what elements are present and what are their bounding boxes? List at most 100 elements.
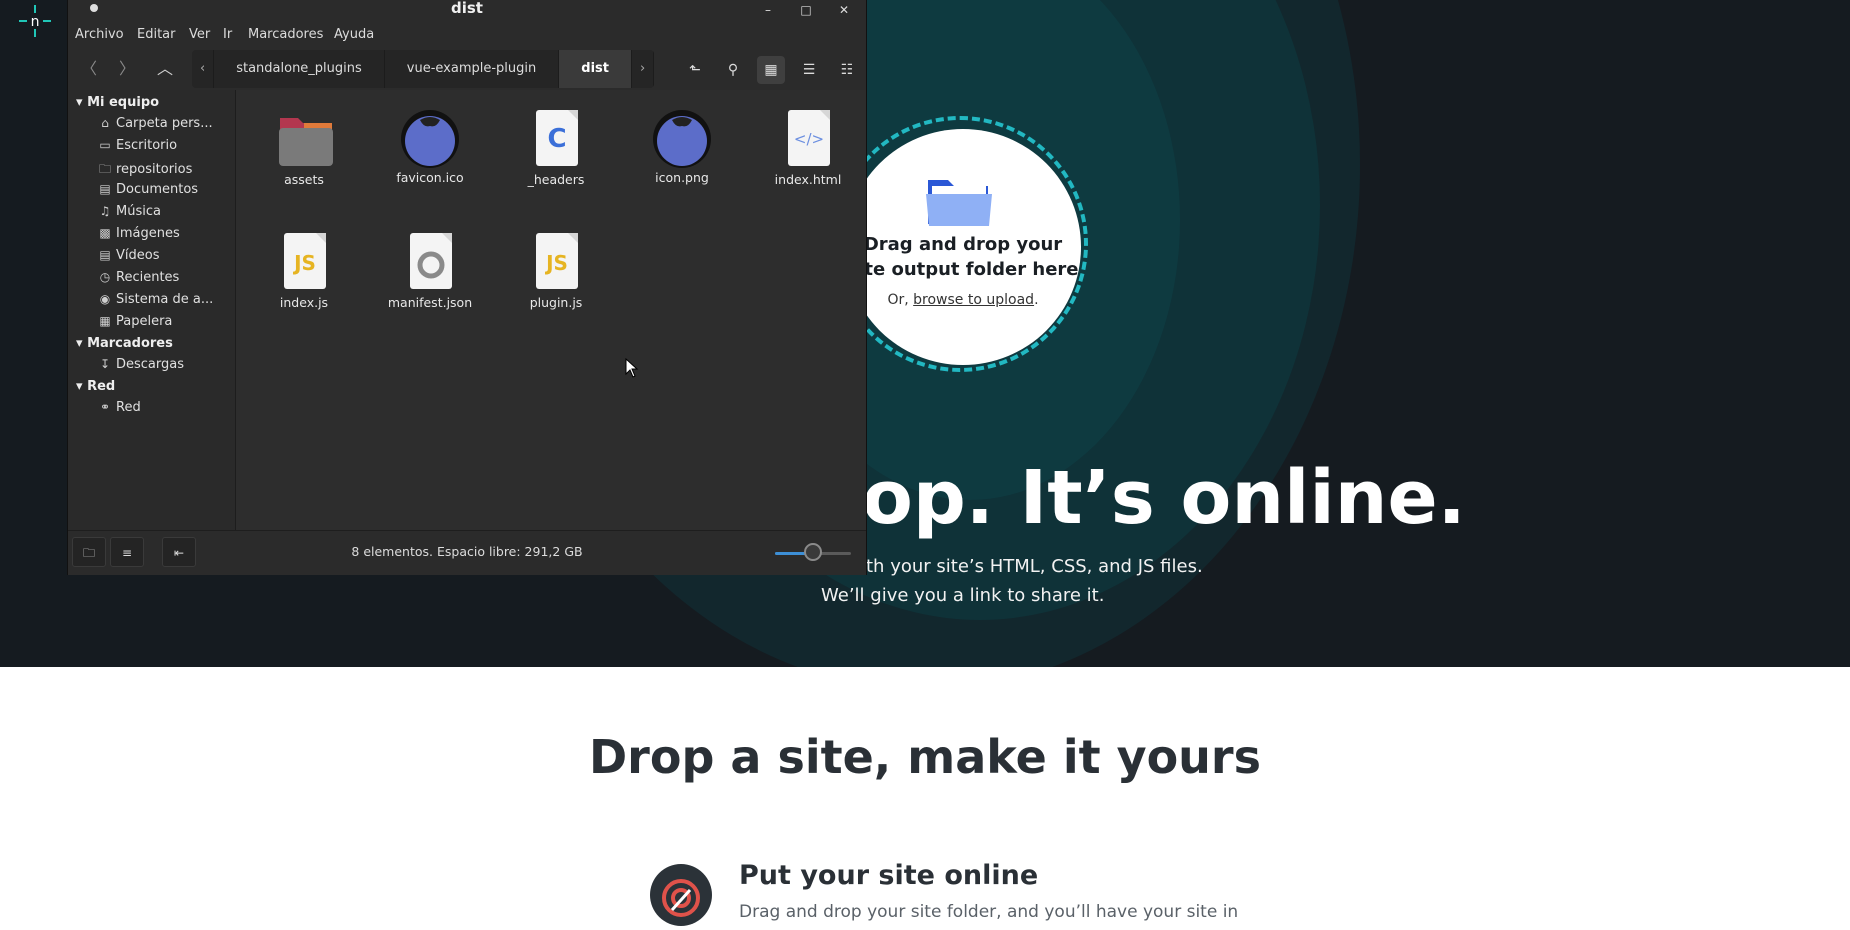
sidebar-item-repositorios[interactable]: 🗀 repositorios	[98, 160, 192, 181]
status-text: 8 elementos. Espacio libre: 291,2 GB	[351, 544, 583, 559]
sidebar-item-label: Red	[116, 400, 141, 415]
sidebar-item-carpeta-personal[interactable]: ⌂ Carpeta pers...	[98, 116, 213, 131]
folder-icon	[278, 110, 333, 168]
file-area[interactable]: assets favicon.ico C _headers icon.png <…	[236, 90, 866, 530]
clock-icon: ◷	[99, 270, 111, 284]
file-name: assets	[284, 172, 324, 187]
file-item-assets[interactable]: assets	[254, 110, 354, 187]
sidebar-item-sistema[interactable]: ◉ Sistema de a...	[98, 292, 214, 307]
file-item-icon-png[interactable]: icon.png	[632, 108, 732, 185]
sidebar-item-musica[interactable]: ♫ Música	[98, 204, 161, 219]
file-icon-letter: </>	[793, 130, 825, 148]
sidebar-item-escritorio[interactable]: ▭ Escritorio	[98, 138, 177, 153]
file-icon-letter: JS	[546, 251, 568, 275]
sidebar-item-red[interactable]: ⚭ Red	[98, 400, 141, 415]
sidebar-item-papelera[interactable]: ▦ Papelera	[98, 314, 172, 329]
sidebar-section-mi-equipo[interactable]: ▾ Mi equipo	[76, 95, 159, 110]
menu-ir[interactable]: Ir	[223, 27, 232, 42]
search-icon[interactable]: ⚲	[719, 56, 747, 84]
sidebar-item-recientes[interactable]: ◷ Recientes	[98, 270, 180, 285]
file-name: index.js	[279, 295, 329, 310]
file-name: favicon.ico	[396, 170, 464, 185]
menu-marcadores[interactable]: Marcadores	[248, 27, 323, 42]
video-icon: ▤	[99, 248, 111, 262]
hero-description-1: th your site’s HTML, CSS, and JS files.	[866, 556, 1203, 577]
browse-upload-link[interactable]: browse to upload	[913, 292, 1034, 308]
file-item-plugin-js[interactable]: JS plugin.js	[506, 233, 606, 310]
maximize-icon[interactable]: □	[796, 0, 816, 20]
feature-text: Drag and drop your site folder, and you’…	[739, 902, 1239, 922]
mouse-cursor-icon	[625, 358, 639, 378]
globe-icon: ⚭	[99, 400, 111, 414]
favicon-icon	[401, 108, 459, 168]
file-item-manifest[interactable]: manifest.json	[380, 233, 480, 310]
breadcrumb-dist[interactable]: dist	[559, 50, 632, 88]
menu-archivo[interactable]: Archivo	[75, 27, 124, 42]
toolbar: 〈 〉 ︿ ‹ standalone_plugins vue-example-p…	[68, 48, 866, 90]
file-name: manifest.json	[387, 295, 473, 310]
title-bar[interactable]: dist – □ ✕	[68, 0, 866, 24]
sidebar-item-documentos[interactable]: ▤ Documentos	[98, 182, 198, 197]
sidebar-item-videos[interactable]: ▤ Vídeos	[98, 248, 159, 263]
menu-bar: Archivo Editar Ver Ir Marcadores Ayuda	[68, 24, 866, 48]
window-title: dist	[451, 0, 483, 17]
image-icon: ▩	[99, 226, 111, 240]
sidebar-item-label: Escritorio	[116, 138, 178, 153]
list-view-icon[interactable]: ☰	[795, 56, 823, 84]
sidebar-section-marcadores[interactable]: ▾ Marcadores	[76, 336, 173, 351]
close-icon[interactable]: ✕	[834, 0, 854, 20]
section-title: Drop a site, make it yours	[588, 730, 1261, 784]
file-item-headers[interactable]: C _headers	[506, 110, 606, 187]
sidebar-item-label: Vídeos	[116, 248, 160, 263]
sidebar-item-label: Carpeta pers...	[116, 116, 213, 131]
compact-view-icon[interactable]: ☷	[833, 56, 861, 84]
sidebar-item-label: Sistema de a...	[116, 292, 214, 307]
file-manager-window[interactable]: dist – □ ✕ Archivo Editar Ver Ir Marcado…	[67, 0, 867, 575]
file-item-index-js[interactable]: JS index.js	[254, 233, 354, 310]
file-item-favicon[interactable]: favicon.ico	[380, 108, 480, 185]
sidebar-item-descargas[interactable]: ↧ Descargas	[98, 357, 184, 372]
sidebar-item-imagenes[interactable]: ▩ Imágenes	[98, 226, 180, 241]
up-icon[interactable]: ︿	[152, 56, 178, 82]
back-icon[interactable]: 〈	[76, 56, 102, 82]
netlify-logo[interactable]: n	[18, 4, 52, 38]
menu-ayuda[interactable]: Ayuda	[334, 27, 374, 42]
breadcrumb-vue-example-plugin[interactable]: vue-example-plugin	[385, 50, 560, 88]
toggle-location-icon[interactable]: ⬑	[681, 56, 709, 84]
drive-icon: ◉	[99, 292, 111, 306]
icon-view-icon[interactable]: ▦	[757, 56, 785, 84]
breadcrumb-left-icon[interactable]: ‹	[192, 50, 215, 88]
forward-icon[interactable]: 〉	[114, 56, 140, 82]
breadcrumb-right-icon[interactable]: ›	[632, 50, 655, 88]
status-bar: 🗀 ≡ ⇤ 8 elementos. Espacio libre: 291,2 …	[68, 530, 866, 575]
sidebar-item-label: Descargas	[116, 357, 185, 372]
menu-editar[interactable]: Editar	[137, 27, 176, 42]
zoom-slider-knob[interactable]	[804, 543, 822, 561]
file-name: icon.png	[655, 170, 709, 185]
desktop-icon: ▭	[99, 138, 111, 152]
music-icon: ♫	[99, 204, 111, 218]
sidebar-section-red[interactable]: ▾ Red	[76, 379, 115, 394]
folder-icon: 🗀	[98, 162, 111, 176]
menu-ver[interactable]: Ver	[189, 27, 210, 42]
file-item-index-html[interactable]: </> index.html	[758, 110, 858, 187]
html-file-icon: </>	[782, 110, 834, 168]
sidebar-item-label: repositorios	[116, 162, 193, 177]
drop-title: Drag and drop your site output folder he…	[847, 234, 1079, 280]
sidebar-item-label: Papelera	[116, 314, 173, 329]
hero-description-2: We’ll give you a link to share it.	[821, 585, 1105, 606]
drop-period: .	[1034, 292, 1039, 308]
file-name: index.html	[774, 172, 842, 187]
sidebar-section-label: Marcadores	[87, 336, 173, 351]
breadcrumb: ‹ standalone_plugins vue-example-plugin …	[192, 50, 655, 88]
file-icon-letter: JS	[294, 251, 316, 275]
sidebar-item-label: Imágenes	[116, 226, 180, 241]
minimize-icon[interactable]: –	[758, 0, 778, 20]
sidebar-section-label: Mi equipo	[87, 95, 160, 110]
sidebar: ▾ Mi equipo ⌂ Carpeta pers... ▭ Escritorio…	[68, 90, 236, 530]
file-name: plugin.js	[529, 295, 583, 310]
breadcrumb-standalone-plugins[interactable]: standalone_plugins	[214, 50, 385, 88]
hero-headline: op. It’s online.	[862, 455, 1466, 541]
feature-title: Put your site online	[739, 860, 1039, 891]
json-file-icon	[404, 233, 456, 291]
